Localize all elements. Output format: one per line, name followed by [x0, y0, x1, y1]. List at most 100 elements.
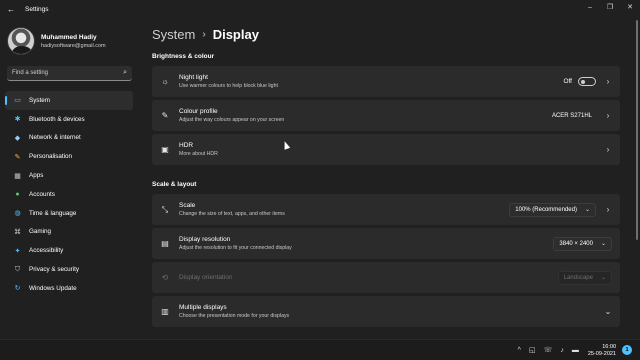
chevron-right-icon: › [202, 29, 206, 40]
chevron-down-icon: ⌄ [600, 241, 606, 247]
sidebar: Muhammed Hadiy hadiysoftware@gmail.com F… [0, 18, 140, 339]
breadcrumb-parent[interactable]: System [152, 27, 195, 42]
colour-profile-card[interactable]: ✎ Colour profile Adjust the way colours … [152, 100, 620, 131]
scrollbar[interactable] [636, 20, 638, 240]
notification-badge[interactable]: 1 [622, 345, 632, 355]
sidebar-item-label: Bluetooth & devices [29, 115, 85, 123]
sidebar-item-gaming[interactable]: ⌘ Gaming [5, 223, 133, 242]
multiple-displays-card[interactable]: ▥ Multiple displays Choose the presentat… [152, 296, 620, 327]
gamepad-icon: ⌘ [14, 228, 21, 236]
orientation-dropdown: Landscape ⌄ [557, 270, 612, 285]
sidebar-item-label: Time & language [29, 209, 77, 217]
bluetooth-icon: ✱ [14, 116, 21, 124]
sidebar-nav: ▭ System ✱ Bluetooth & devices ◆ Network… [5, 91, 133, 298]
resolution-dropdown[interactable]: 3840 × 2400 ⌄ [553, 236, 612, 251]
page-title: Display [212, 27, 259, 42]
section-title-scale-layout: Scale & layout [152, 181, 197, 188]
dropdown-value: 100% (Recommended) [515, 206, 577, 213]
dropdown-value: Landscape [563, 274, 593, 281]
sidebar-item-label: Privacy & security [29, 266, 80, 274]
sidebar-item-label: Windows Update [29, 284, 77, 292]
multiple-displays-icon: ▥ [161, 307, 169, 316]
section-title-brightness: Brightness & colour [152, 53, 215, 60]
search-input[interactable]: Find a setting ⌕ [7, 66, 132, 81]
chevron-down-icon: ⌄ [584, 207, 590, 213]
sidebar-item-time-language[interactable]: ◍ Time & language [5, 204, 133, 223]
scale-icon: ⤡ [161, 204, 169, 214]
toggle-state-label: Off [563, 78, 572, 85]
sidebar-item-label: Accessibility [29, 247, 64, 255]
resolution-icon: ▤ [161, 239, 169, 248]
back-arrow-icon[interactable]: ← [2, 0, 20, 18]
scale-dropdown[interactable]: 100% (Recommended) ⌄ [509, 202, 596, 217]
chevron-down-icon[interactable]: ⌄ [604, 307, 612, 316]
search-icon[interactable]: ⌕ [123, 69, 127, 77]
battery-icon[interactable]: ▬ [572, 347, 579, 354]
sidebar-item-label: Accounts [29, 190, 55, 198]
app-title: Settings [25, 5, 49, 13]
breadcrumb: System › Display [152, 27, 259, 42]
sidebar-item-label: Network & internet [29, 134, 81, 142]
chevron-up-icon[interactable]: ^ [518, 347, 521, 354]
chevron-right-icon: › [606, 205, 610, 214]
sidebar-item-apps[interactable]: ▦ Apps [5, 166, 133, 185]
search-placeholder: Find a setting [12, 70, 49, 76]
close-button[interactable]: ✕ [620, 0, 640, 14]
sun-icon: ☼ [161, 77, 169, 86]
sidebar-item-privacy[interactable]: ⛉ Privacy & security [5, 260, 133, 279]
card-description: More about HDR [179, 151, 218, 157]
colour-profile-value[interactable]: ACER S271HL [552, 113, 592, 119]
scale-card[interactable]: ⤡ Scale Change the size of text, apps, a… [152, 194, 620, 225]
card-description: Adjust the resolution to fit your connec… [179, 245, 292, 251]
hdr-card[interactable]: ▣ HDR More about HDR › [152, 134, 620, 165]
display-resolution-card: ▤ Display resolution Adjust the resoluti… [152, 228, 620, 259]
taskbar-clock[interactable]: 16:00 25-09-2021 [588, 344, 616, 357]
sidebar-item-label: Apps [29, 172, 44, 180]
accessibility-icon: ✦ [14, 247, 21, 255]
monitor-icon: ▭ [14, 97, 21, 105]
network-icon: ◆ [14, 134, 21, 142]
avatar [7, 27, 35, 55]
sidebar-item-windows-update[interactable]: ↻ Windows Update [5, 279, 133, 298]
sidebar-item-accounts[interactable]: ● Accounts [5, 185, 133, 204]
minimize-button[interactable]: – [580, 0, 600, 14]
profile-name: Muhammed Hadiy [41, 33, 97, 41]
sidebar-item-personalisation[interactable]: ✎ Personalisation [5, 147, 133, 166]
clock-date: 25-09-2021 [587, 350, 616, 357]
sidebar-item-bluetooth[interactable]: ✱ Bluetooth & devices [5, 110, 133, 129]
card-description: Choose the presentation mode for your di… [179, 313, 290, 319]
card-title: Multiple displays [179, 304, 227, 311]
window-icon[interactable]: ◱ [529, 346, 536, 354]
maximize-button[interactable]: ❐ [600, 0, 620, 14]
update-icon: ↻ [14, 285, 21, 293]
profile-email: hadiysoftware@gmail.com [41, 42, 106, 49]
card-description: Adjust the way colours appear on your sc… [179, 117, 285, 123]
card-description: Change the size of text, apps, and other… [179, 211, 285, 217]
night-light-card[interactable]: ☼ Night light Use warmer colours to help… [152, 66, 620, 97]
title-bar: ← Settings – ❐ ✕ [0, 0, 640, 18]
chevron-right-icon: › [606, 145, 610, 154]
taskbar: ^ ◱ ☏ ♪ ▬ 16:00 25-09-2021 1 [0, 339, 640, 360]
brush-icon: ✎ [14, 153, 21, 161]
sidebar-item-accessibility[interactable]: ✦ Accessibility [5, 241, 133, 260]
chevron-right-icon: › [606, 77, 610, 86]
user-profile[interactable]: Muhammed Hadiy hadiysoftware@gmail.com [7, 27, 106, 55]
hdr-icon: ▣ [161, 145, 169, 154]
card-title: HDR [179, 142, 194, 149]
clock-time: 16:00 [602, 343, 616, 350]
card-title: Display resolution [179, 236, 231, 243]
chevron-down-icon: ⌄ [600, 275, 606, 281]
volume-icon[interactable]: ♪ [560, 347, 564, 354]
card-title: Colour profile [179, 108, 218, 115]
phone-icon[interactable]: ☏ [544, 346, 553, 354]
pen-icon: ✎ [161, 111, 169, 120]
sidebar-item-system[interactable]: ▭ System [5, 91, 133, 110]
night-light-toggle[interactable] [578, 77, 596, 86]
card-description: Use warmer colours to help block blue li… [179, 83, 278, 89]
display-orientation-card: ⟲ Display orientation Landscape ⌄ [152, 262, 620, 293]
main-content: System › Display Brightness & colour ☼ N… [152, 18, 622, 339]
window-controls: – ❐ ✕ [580, 0, 640, 14]
shield-icon: ⛉ [14, 265, 21, 273]
sidebar-item-network[interactable]: ◆ Network & internet [5, 129, 133, 148]
globe-clock-icon: ◍ [14, 210, 21, 218]
